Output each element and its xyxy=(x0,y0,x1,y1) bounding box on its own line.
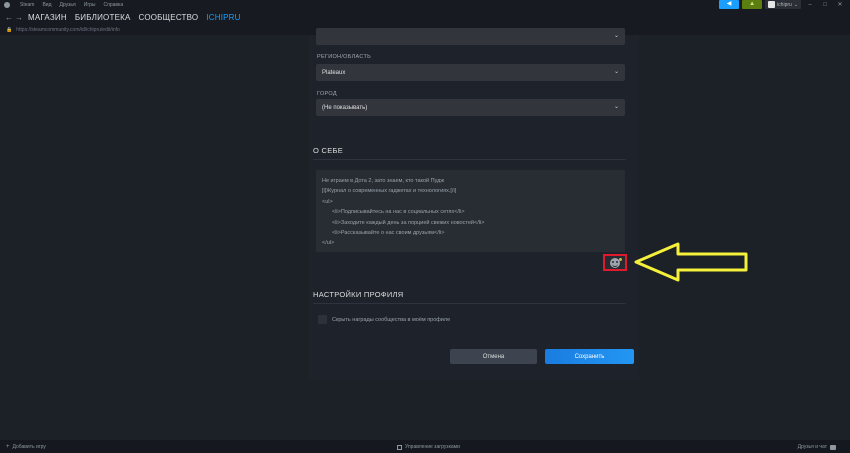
nav-library[interactable]: БИБЛИОТЕКА xyxy=(75,13,131,22)
about-title: О СЕБЕ xyxy=(313,146,344,155)
city-select[interactable]: (Не показывать) ⌄ xyxy=(316,99,625,116)
country-select[interactable]: ⌄ xyxy=(316,28,625,45)
region-label: РЕГИОН/ОБЛАСТЬ xyxy=(317,54,372,60)
forward-arrow-icon[interactable]: → xyxy=(14,13,24,22)
hide-awards-row[interactable]: Скрыть награды сообщества в моём профиле xyxy=(318,315,450,324)
about-textarea[interactable]: Не играем в Дота 2, зато знаем, кто тако… xyxy=(316,170,625,252)
topright-controls: ◀ ▲ ichipru ⌄ – □ ✕ xyxy=(719,0,850,9)
avatar xyxy=(768,1,776,8)
cancel-button[interactable]: Отмена xyxy=(450,349,537,364)
chevron-down-icon: ⌄ xyxy=(613,33,619,39)
add-game-label: Добавить игру xyxy=(12,444,46,450)
nav-store[interactable]: МАГАЗИН xyxy=(28,13,67,22)
menu-steam[interactable]: Steam xyxy=(20,2,34,8)
about-line: <li>Заходите каждый день за порцией свеж… xyxy=(332,219,485,226)
about-line: <li>Рассказывайте о нас своим друзьям</l… xyxy=(332,230,445,237)
maximize-icon[interactable]: □ xyxy=(819,2,831,8)
megaphone-icon: ◀ xyxy=(726,1,732,7)
region-value: Plateaux xyxy=(322,69,346,76)
about-line: Не играем в Дота 2, зато знаем, кто тако… xyxy=(322,178,445,184)
nav-profile[interactable]: ICHIPRU xyxy=(206,13,240,22)
profile-settings-title: НАСТРОЙКИ ПРОФИЛЯ xyxy=(313,290,404,299)
friends-chat-button[interactable]: Друзья и чат xyxy=(798,444,836,450)
menu-friends[interactable]: Друзья xyxy=(60,2,76,8)
city-value: (Не показывать) xyxy=(322,104,368,111)
menu-view[interactable]: Вид xyxy=(42,2,51,8)
sparkle-icon xyxy=(619,258,622,261)
hide-awards-checkbox[interactable] xyxy=(318,315,327,324)
client-bottombar: + Добавить игру Управление загрузками Др… xyxy=(0,440,850,453)
about-line: [i]Журнал о современных гаджетах и техно… xyxy=(322,188,457,195)
region-select[interactable]: Plateaux ⌄ xyxy=(316,64,625,81)
divider xyxy=(313,303,626,304)
chat-icon xyxy=(830,444,836,450)
chevron-down-icon: ⌄ xyxy=(613,104,619,110)
downloads-button[interactable]: Управление загрузками xyxy=(397,444,460,450)
user-menu[interactable]: ichipru ⌄ xyxy=(765,0,801,9)
notifications-button[interactable]: ▲ xyxy=(742,0,763,9)
menu-games[interactable]: Игры xyxy=(84,2,96,8)
add-game-button[interactable]: + Добавить игру xyxy=(6,444,46,450)
main-navbar: ← → МАГАЗИН БИБЛИОТЕКА СООБЩЕСТВО ICHIPR… xyxy=(0,9,850,25)
plus-icon: + xyxy=(6,444,10,450)
city-label: ГОРОД xyxy=(317,91,337,97)
minimize-icon[interactable]: – xyxy=(804,2,816,8)
hide-awards-label: Скрыть награды сообщества в моём профиле xyxy=(332,316,451,323)
url-text[interactable]: https://steamcommunity.com/id/ichipru/ed… xyxy=(16,27,120,33)
steam-logo-icon xyxy=(4,1,10,8)
downloads-label: Управление загрузками xyxy=(405,444,460,450)
back-arrow-icon[interactable]: ← xyxy=(4,13,14,22)
broadcast-button[interactable]: ◀ xyxy=(719,0,740,9)
emoticon-button[interactable] xyxy=(603,254,627,271)
about-line: </ul> xyxy=(322,240,335,247)
close-icon[interactable]: ✕ xyxy=(834,1,846,8)
about-line: <li>Подписывайтесь на нас в социальных с… xyxy=(332,209,465,216)
bell-icon: ▲ xyxy=(749,1,756,7)
lock-icon: 🔒 xyxy=(6,27,13,33)
menu-help[interactable]: Справка xyxy=(104,2,124,8)
download-icon xyxy=(397,444,402,450)
edit-profile-page: ⌄ РЕГИОН/ОБЛАСТЬ Plateaux ⌄ ГОРОД (Не по… xyxy=(0,28,850,440)
username: ichipru xyxy=(777,1,792,8)
friends-label: Друзья и чат xyxy=(797,444,827,450)
nav-community[interactable]: СООБЩЕСТВО xyxy=(139,13,199,22)
chevron-down-icon: ⌄ xyxy=(793,1,798,8)
annotation-arrow xyxy=(634,242,748,282)
chevron-down-icon: ⌄ xyxy=(613,69,619,75)
divider xyxy=(313,159,626,160)
save-button[interactable]: Сохранить xyxy=(545,349,634,364)
about-line: <ul> xyxy=(322,198,333,205)
